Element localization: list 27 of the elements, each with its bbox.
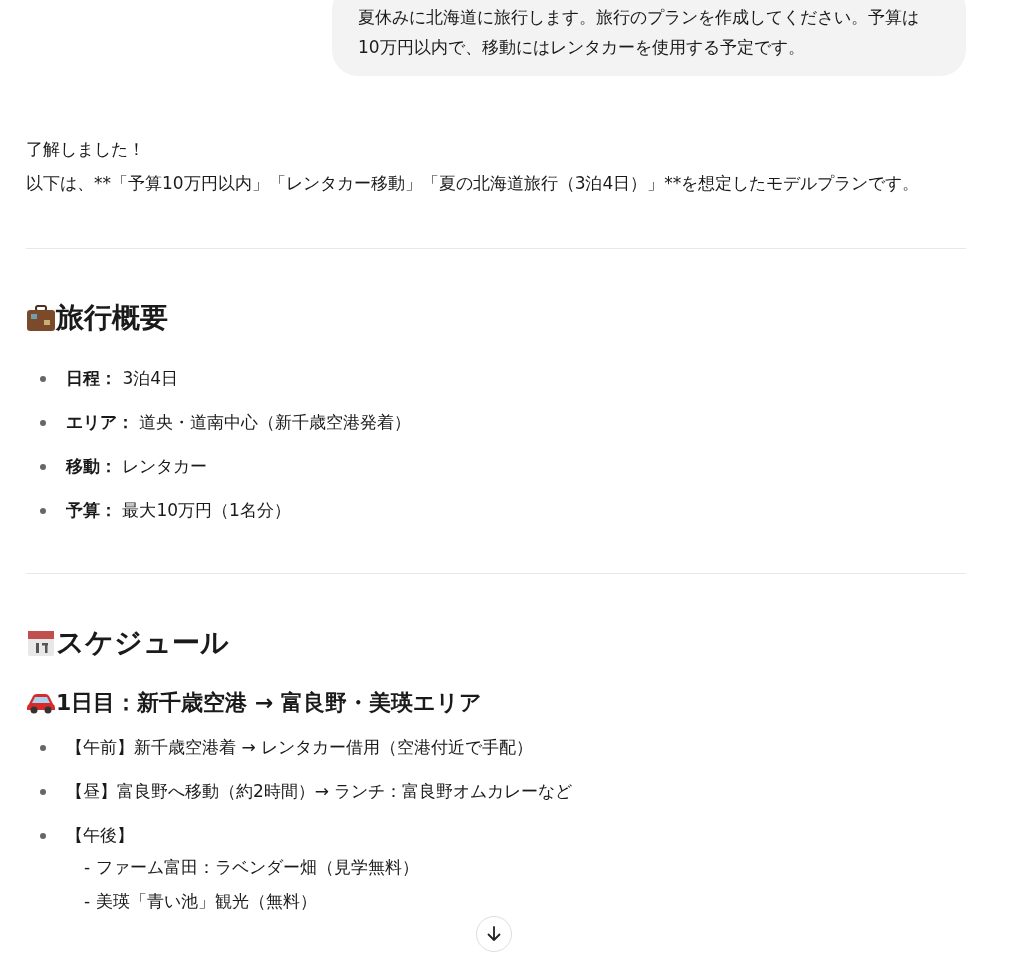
user-message: 夏休みに北海道に旅行します。旅行のプランを作成してください。予算は10万円以内で、移動にはレンタカーを使用する予定です。 xyxy=(332,0,966,76)
arrow-down-icon xyxy=(485,925,503,943)
schedule-detail: - 美瑛「青い池」観光（無料） xyxy=(83,890,318,913)
schedule-item: 【昼】富良野へ移動（約2時間）→ ランチ：富良野オムカレーなど xyxy=(66,780,573,803)
schedule-item: 【午前】新千歳空港着 → レンタカー借用（空港付近で手配） xyxy=(66,736,534,759)
reply-text: 以下は、**「予算10万円以内」「レンタカー移動」「夏の北海道旅行（3泊4日）」**を想定したモデルプランです。 xyxy=(26,172,921,195)
bullet-icon xyxy=(40,376,46,382)
bullet-icon xyxy=(40,508,46,514)
suitcase-icon xyxy=(26,303,56,333)
reply-text: 了解しました！ xyxy=(26,138,146,161)
bullet-icon xyxy=(40,833,46,839)
schedule-detail: - ファーム富田：ラベンダー畑（見学無料） xyxy=(83,856,419,879)
overview-item: 予算： 最大10万円（1名分） xyxy=(66,499,291,522)
section-heading: スケジュール xyxy=(56,625,229,661)
schedule-item: 【午後】 xyxy=(66,824,135,847)
section-heading: 旅行概要 xyxy=(56,300,168,336)
car-icon xyxy=(26,691,56,715)
bullet-icon xyxy=(40,745,46,751)
bullet-icon xyxy=(40,464,46,470)
overview-item: 日程： 3泊4日 xyxy=(66,367,179,390)
bullet-icon xyxy=(40,420,46,426)
scroll-down-button[interactable] xyxy=(476,916,512,952)
day-heading: 1日目：新千歳空港 → 富良野・美瑛エリア xyxy=(56,689,483,717)
overview-item: エリア： 道央・道南中心（新千歳空港発着） xyxy=(66,411,412,434)
overview-item: 移動： レンタカー xyxy=(66,455,208,478)
calendar-icon xyxy=(26,628,56,658)
bullet-icon xyxy=(40,789,46,795)
